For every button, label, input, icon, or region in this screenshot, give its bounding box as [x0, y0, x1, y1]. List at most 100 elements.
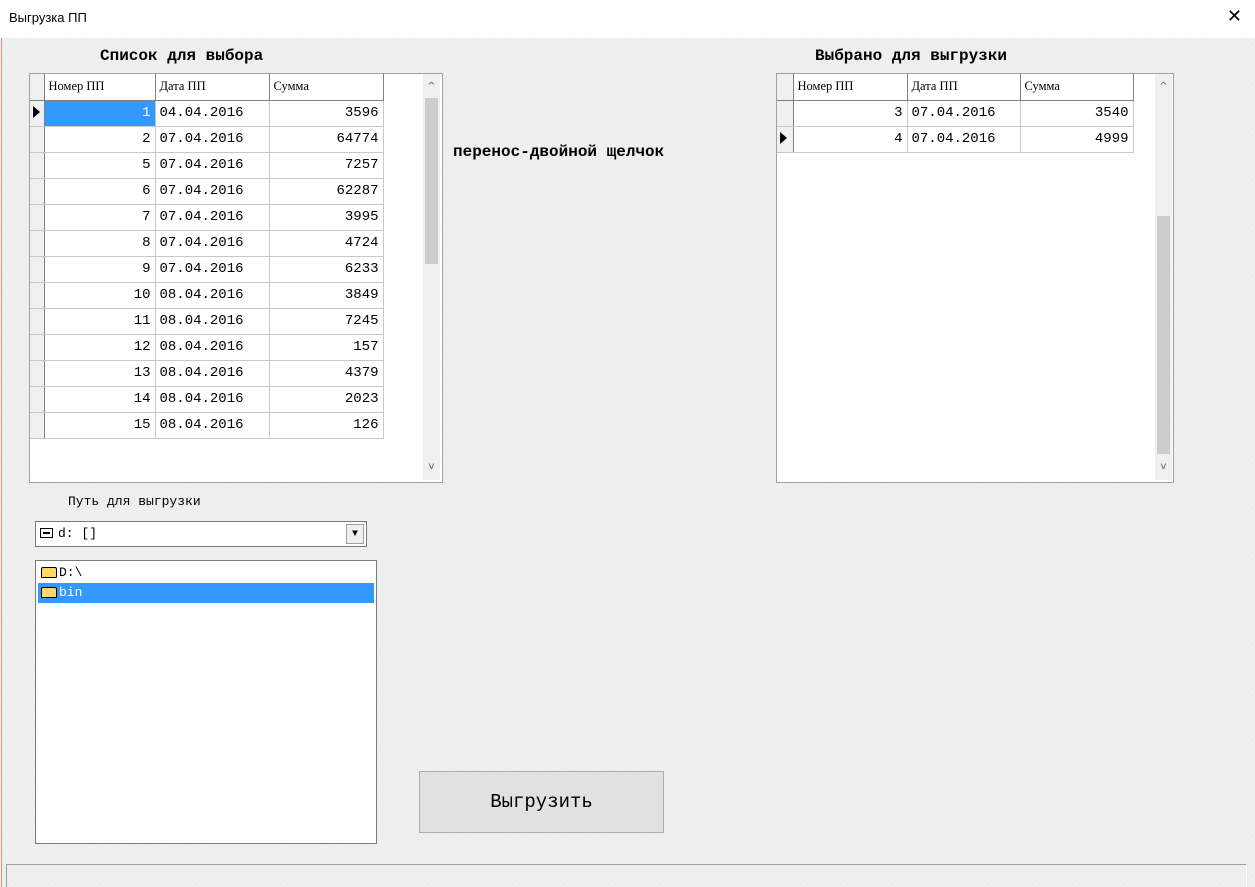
folder-item[interactable]: bin [38, 583, 374, 603]
cell-number[interactable]: 5 [44, 152, 156, 179]
column-header-number[interactable]: Номер ПП [793, 74, 908, 101]
cell-number[interactable]: 4 [793, 126, 908, 153]
left-vertical-scrollbar[interactable]: ^ v [423, 74, 440, 480]
table-row[interactable]: 4 07.04.2016 4999 [777, 126, 1134, 153]
cell-date[interactable]: 07.04.2016 [907, 126, 1021, 153]
table-row[interactable]: 6 07.04.2016 62287 [30, 178, 384, 205]
table-row[interactable]: 12 08.04.2016 157 [30, 334, 384, 361]
cell-sum[interactable]: 3849 [269, 282, 384, 309]
table-row[interactable]: 1 04.04.2016 3596 [30, 100, 384, 127]
row-indicator[interactable] [30, 178, 45, 205]
cell-sum[interactable]: 4379 [269, 360, 384, 387]
cell-sum[interactable]: 62287 [269, 178, 384, 205]
cell-date[interactable]: 07.04.2016 [155, 126, 270, 153]
cell-sum[interactable]: 4999 [1020, 126, 1134, 153]
table-row[interactable]: 10 08.04.2016 3849 [30, 282, 384, 309]
left-grid[interactable]: Номер ПП Дата ПП Сумма 1 04.04.2016 3596 2 0… [29, 73, 443, 483]
column-header-number[interactable]: Номер ПП [44, 74, 156, 101]
scroll-down-icon[interactable]: v [1155, 458, 1172, 475]
table-row[interactable]: 11 08.04.2016 7245 [30, 308, 384, 335]
close-icon[interactable]: ✕ [1227, 6, 1242, 27]
cell-sum[interactable]: 7245 [269, 308, 384, 335]
cell-date[interactable]: 07.04.2016 [155, 178, 270, 205]
cell-sum[interactable]: 64774 [269, 126, 384, 153]
cell-date[interactable]: 07.04.2016 [155, 230, 270, 257]
cell-number[interactable]: 7 [44, 204, 156, 231]
cell-sum[interactable]: 6233 [269, 256, 384, 283]
cell-number[interactable]: 14 [44, 386, 156, 413]
cell-sum[interactable]: 7257 [269, 152, 384, 179]
column-header-sum[interactable]: Сумма [269, 74, 384, 101]
dropdown-arrow-icon[interactable]: ▼ [346, 524, 364, 544]
table-row[interactable]: 3 07.04.2016 3540 [777, 100, 1134, 127]
export-button[interactable]: Выгрузить [419, 771, 664, 833]
row-indicator[interactable] [30, 204, 45, 231]
table-row[interactable]: 15 08.04.2016 126 [30, 412, 384, 439]
cell-number[interactable]: 12 [44, 334, 156, 361]
cell-sum[interactable]: 3995 [269, 204, 384, 231]
cell-number[interactable]: 1 [44, 100, 156, 127]
folder-list[interactable]: D:\ bin [35, 560, 377, 844]
table-row[interactable]: 14 08.04.2016 2023 [30, 386, 384, 413]
row-indicator[interactable] [30, 360, 45, 387]
row-indicator[interactable] [30, 100, 45, 127]
cell-number[interactable]: 3 [793, 100, 908, 127]
scroll-thumb[interactable] [1157, 216, 1170, 454]
cell-number[interactable]: 9 [44, 256, 156, 283]
cell-date[interactable]: 04.04.2016 [155, 100, 270, 127]
scroll-up-icon[interactable]: ^ [1155, 78, 1172, 95]
cell-number[interactable]: 15 [44, 412, 156, 439]
cell-number[interactable]: 6 [44, 178, 156, 205]
scroll-down-icon[interactable]: v [423, 458, 440, 475]
cell-date[interactable]: 07.04.2016 [155, 204, 270, 231]
cell-number[interactable]: 2 [44, 126, 156, 153]
table-row[interactable]: 7 07.04.2016 3995 [30, 204, 384, 231]
cell-date[interactable]: 07.04.2016 [907, 100, 1021, 127]
table-row[interactable]: 9 07.04.2016 6233 [30, 256, 384, 283]
cell-number[interactable]: 11 [44, 308, 156, 335]
column-header-sum[interactable]: Сумма [1020, 74, 1134, 101]
status-bar [6, 864, 1247, 887]
cell-date[interactable]: 08.04.2016 [155, 282, 270, 309]
right-grid[interactable]: Номер ПП Дата ПП Сумма 3 07.04.2016 3540 4 0… [776, 73, 1174, 483]
row-indicator[interactable] [30, 308, 45, 335]
scroll-up-icon[interactable]: ^ [423, 78, 440, 95]
table-row[interactable]: 5 07.04.2016 7257 [30, 152, 384, 179]
right-vertical-scrollbar[interactable]: ^ v [1155, 74, 1172, 480]
cell-number[interactable]: 13 [44, 360, 156, 387]
cell-date[interactable]: 08.04.2016 [155, 412, 270, 439]
column-header-date[interactable]: Дата ПП [907, 74, 1021, 101]
cell-sum[interactable]: 4724 [269, 230, 384, 257]
column-header-date[interactable]: Дата ПП [155, 74, 270, 101]
header-row: Номер ПП Дата ПП Сумма [30, 74, 384, 101]
row-indicator[interactable] [30, 334, 45, 361]
row-indicator[interactable] [30, 412, 45, 439]
table-row[interactable]: 13 08.04.2016 4379 [30, 360, 384, 387]
row-indicator[interactable] [30, 152, 45, 179]
table-row[interactable]: 8 07.04.2016 4724 [30, 230, 384, 257]
row-indicator[interactable] [30, 256, 45, 283]
scroll-thumb[interactable] [425, 98, 438, 264]
drive-select[interactable]: d: [] ▼ [35, 521, 367, 547]
folder-item[interactable]: D:\ [38, 563, 374, 583]
cell-sum[interactable]: 126 [269, 412, 384, 439]
cell-date[interactable]: 08.04.2016 [155, 386, 270, 413]
cell-date[interactable]: 07.04.2016 [155, 152, 270, 179]
row-indicator[interactable] [30, 386, 45, 413]
row-indicator[interactable] [30, 126, 45, 153]
cell-number[interactable]: 10 [44, 282, 156, 309]
cell-date[interactable]: 08.04.2016 [155, 360, 270, 387]
cell-sum[interactable]: 2023 [269, 386, 384, 413]
row-indicator[interactable] [777, 100, 794, 127]
cell-date[interactable]: 07.04.2016 [155, 256, 270, 283]
row-indicator[interactable] [30, 230, 45, 257]
row-indicator[interactable] [777, 126, 794, 153]
cell-number[interactable]: 8 [44, 230, 156, 257]
cell-sum[interactable]: 3596 [269, 100, 384, 127]
cell-sum[interactable]: 3540 [1020, 100, 1134, 127]
cell-date[interactable]: 08.04.2016 [155, 308, 270, 335]
row-indicator[interactable] [30, 282, 45, 309]
table-row[interactable]: 2 07.04.2016 64774 [30, 126, 384, 153]
cell-sum[interactable]: 157 [269, 334, 384, 361]
cell-date[interactable]: 08.04.2016 [155, 334, 270, 361]
